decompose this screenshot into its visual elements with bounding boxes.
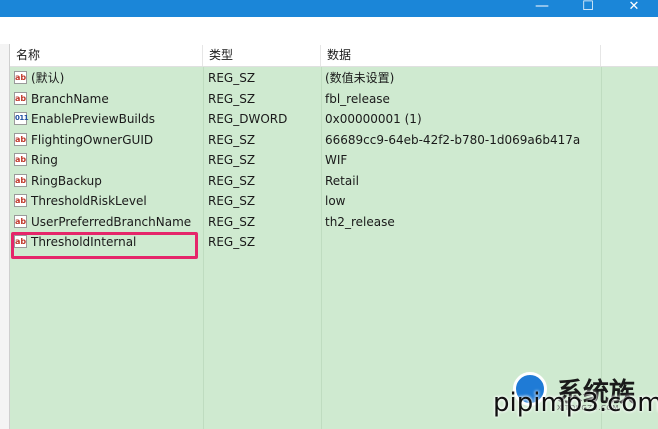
- column-header: 名称 类型 数据: [10, 45, 658, 67]
- value-name: Ring: [31, 153, 58, 167]
- value-name: UserPreferredBranchName: [31, 215, 192, 229]
- string-value-icon: ab: [14, 71, 27, 84]
- value-name: EnablePreviewBuilds: [31, 112, 155, 126]
- value-type: REG_SZ: [208, 133, 256, 147]
- registry-value-row[interactable]: ab RingBackup REG_SZ Retail: [10, 171, 658, 191]
- registry-value-row[interactable]: ab BranchName REG_SZ fbl_release: [10, 89, 658, 109]
- string-value-icon: ab: [14, 92, 27, 105]
- column-header-type[interactable]: 类型: [203, 45, 321, 66]
- key-tree-pane[interactable]: [0, 44, 10, 429]
- value-type: REG_SZ: [208, 92, 256, 106]
- value-type: REG_SZ: [208, 235, 256, 249]
- highlight-box: [11, 232, 198, 259]
- value-type: REG_SZ: [208, 71, 256, 85]
- string-value-icon: ab: [14, 194, 27, 207]
- value-type: REG_SZ: [208, 153, 256, 167]
- string-value-icon: ab: [14, 174, 27, 187]
- close-button[interactable]: ✕: [612, 0, 656, 17]
- address-bar-area: [0, 32, 658, 42]
- value-data: Retail: [325, 174, 359, 188]
- value-type: REG_SZ: [208, 194, 256, 208]
- value-name: ThresholdRiskLevel: [31, 194, 147, 208]
- string-value-icon: ab: [14, 153, 27, 166]
- value-data: low: [325, 194, 346, 208]
- registry-value-row[interactable]: 011 EnablePreviewBuilds REG_DWORD 0x0000…: [10, 109, 658, 129]
- value-type: REG_SZ: [208, 215, 256, 229]
- maximize-button[interactable]: ☐: [566, 0, 610, 17]
- value-type: REG_DWORD: [208, 112, 288, 126]
- value-name: RingBackup: [31, 174, 102, 188]
- watermark: 系统族 XITONGZU.COM pipimp3.com: [493, 370, 658, 429]
- value-data: (数值未设置): [325, 71, 395, 85]
- registry-value-row[interactable]: ab UserPreferredBranchName REG_SZ th2_re…: [10, 212, 658, 232]
- registry-value-row[interactable]: ab ThresholdRiskLevel REG_SZ low: [10, 191, 658, 211]
- value-type: REG_SZ: [208, 174, 256, 188]
- registry-value-row[interactable]: ab (默认) REG_SZ (数值未设置): [10, 68, 658, 88]
- value-data: th2_release: [325, 215, 395, 229]
- registry-value-row[interactable]: ab FlightingOwnerGUID REG_SZ 66689cc9-64…: [10, 130, 658, 150]
- column-header-name[interactable]: 名称: [10, 45, 203, 66]
- string-value-icon: ab: [14, 215, 27, 228]
- string-value-icon: ab: [14, 133, 27, 146]
- value-name: FlightingOwnerGUID: [31, 133, 154, 147]
- value-data: fbl_release: [325, 92, 390, 106]
- value-data: 0x00000001 (1): [325, 112, 422, 126]
- watermark-site: pipimp3.com: [493, 388, 658, 418]
- value-name: BranchName: [31, 92, 109, 106]
- binary-value-icon: 011: [14, 112, 29, 125]
- minimize-button[interactable]: —: [520, 0, 564, 17]
- value-data: 66689cc9-64eb-42f2-b780-1d069a6b417a: [325, 133, 581, 147]
- value-name: (默认): [31, 71, 65, 85]
- registry-value-row[interactable]: ab Ring REG_SZ WIF: [10, 150, 658, 170]
- title-bar: — ☐ ✕: [0, 0, 658, 17]
- column-header-data[interactable]: 数据: [321, 45, 601, 66]
- value-data: WIF: [325, 153, 348, 167]
